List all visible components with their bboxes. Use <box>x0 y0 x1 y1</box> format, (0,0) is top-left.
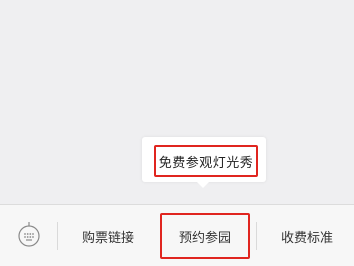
menu-item-fee-standard[interactable]: 收费标准 <box>264 213 350 259</box>
menu-divider <box>57 222 58 250</box>
keyboard-icon <box>18 222 40 247</box>
menu-item-buy-tickets[interactable]: 购票链接 <box>66 213 150 259</box>
submenu-item-free-light-show[interactable]: 免费参观灯光秀 <box>154 145 258 177</box>
submenu-popup-arrow <box>196 181 210 188</box>
menu-divider <box>256 222 257 250</box>
bottom-menu-bar: 购票链接 预约参园 收费标准 <box>0 204 354 266</box>
menu-item-reserve-visit[interactable]: 预约参园 <box>160 213 250 259</box>
keyboard-toggle-button[interactable] <box>14 219 44 249</box>
